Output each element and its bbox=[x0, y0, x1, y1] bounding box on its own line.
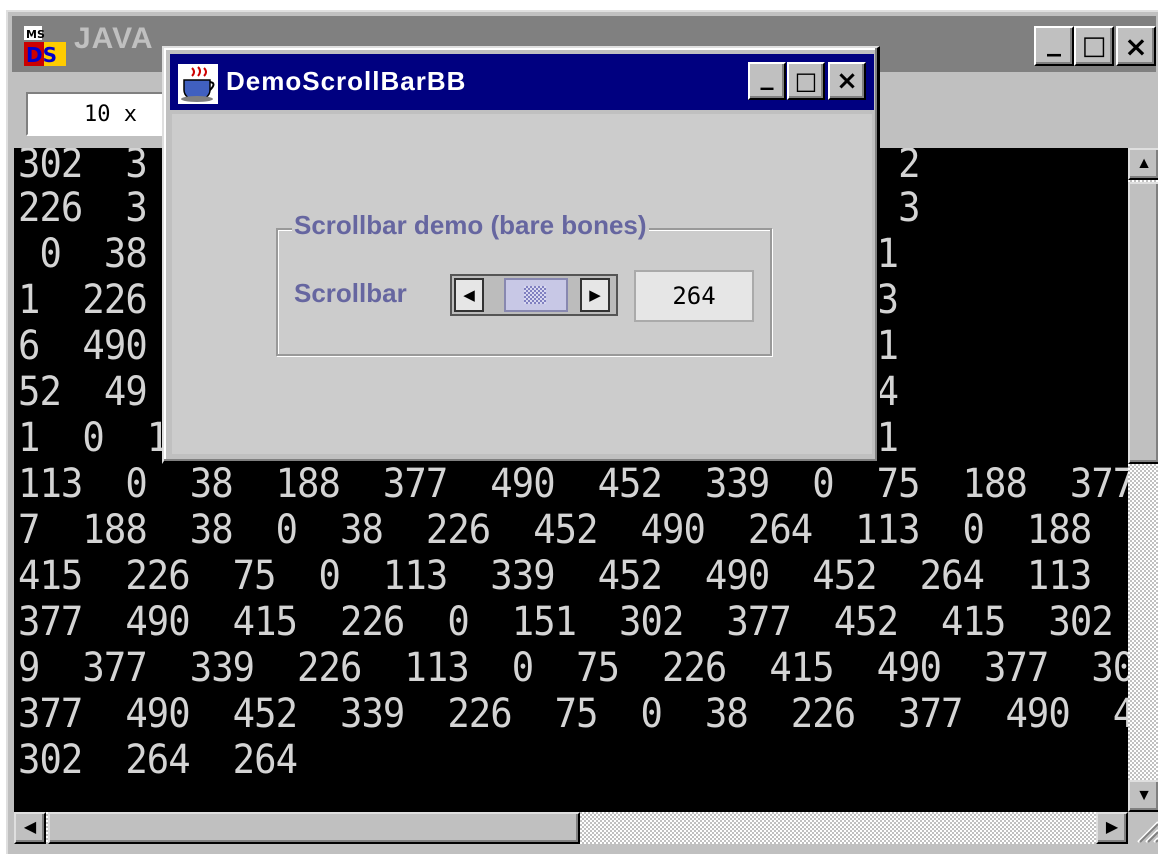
resize-grip[interactable] bbox=[1128, 812, 1158, 844]
resize-grip-icon bbox=[1137, 821, 1158, 843]
minimize-icon: _ bbox=[1047, 23, 1061, 57]
demo-content-pane: Scrollbar demo (bare bones) Scrollbar ◀ … bbox=[172, 114, 872, 454]
demo-scrollbar-window: DemoScrollBarBB _ □ × Scrollbar demo (ba… bbox=[162, 46, 880, 464]
horizontal-scroll-thumb[interactable] bbox=[48, 812, 580, 844]
close-icon: × bbox=[1124, 29, 1148, 63]
demo-scroll-thumb[interactable] bbox=[504, 278, 568, 312]
console-line: 377 490 452 339 226 75 0 38 226 377 490 … bbox=[18, 691, 1128, 737]
demo-scrollbar[interactable]: ◀ ▶ bbox=[450, 274, 618, 316]
arrow-left-icon: ◀ bbox=[463, 286, 475, 304]
demo-window-title: DemoScrollBarBB bbox=[226, 66, 467, 96]
demo-scroll-right-button[interactable]: ▶ bbox=[580, 278, 610, 312]
console-line: 377 490 415 226 0 151 302 377 452 415 30… bbox=[18, 599, 1114, 645]
java-cup-icon bbox=[178, 64, 218, 104]
console-line: 7 188 38 0 38 226 452 490 264 113 0 188 … bbox=[18, 507, 1128, 553]
grip-icon bbox=[524, 286, 546, 304]
minimize-icon: _ bbox=[760, 61, 774, 91]
maximize-icon: □ bbox=[794, 67, 818, 95]
scroll-down-button[interactable]: ▼ bbox=[1128, 780, 1158, 812]
java-maximize-button[interactable]: □ bbox=[1074, 26, 1114, 66]
console-line: 415 226 75 0 113 339 452 490 452 264 113 bbox=[18, 553, 1092, 599]
demo-maximize-button[interactable]: □ bbox=[787, 62, 825, 100]
font-size-select[interactable]: 10 x bbox=[26, 92, 176, 136]
demo-scroll-left-button[interactable]: ◀ bbox=[454, 278, 484, 312]
demo-title-bar[interactable]: DemoScrollBarBB _ □ × bbox=[170, 54, 874, 110]
svg-text:MS: MS bbox=[26, 28, 45, 41]
arrow-right-icon: ▶ bbox=[1105, 819, 1119, 836]
arrow-left-icon: ◀ bbox=[23, 819, 37, 836]
maximize-icon: □ bbox=[1081, 31, 1107, 61]
java-close-button[interactable]: × bbox=[1116, 26, 1156, 66]
close-icon: × bbox=[836, 66, 858, 96]
scrollbar-value-field[interactable]: 264 bbox=[634, 270, 754, 322]
console-vertical-scrollbar[interactable]: ▲ ▼ bbox=[1128, 148, 1158, 812]
console-horizontal-scrollbar[interactable]: ◀ ▶ bbox=[14, 812, 1128, 844]
java-minimize-button[interactable]: _ bbox=[1034, 23, 1074, 66]
arrow-right-icon: ▶ bbox=[589, 286, 601, 304]
console-line: 113 0 38 188 377 490 452 339 0 75 188 37… bbox=[18, 461, 1128, 507]
console-line: 9 377 339 226 113 0 75 226 415 490 377 3… bbox=[18, 645, 1128, 691]
ms-dos-app-icon: MS DS bbox=[24, 26, 66, 67]
scrollbar-groupbox: Scrollbar demo (bare bones) Scrollbar ◀ … bbox=[276, 210, 772, 356]
java-window-title: JAVA bbox=[74, 22, 154, 55]
console-line: 302 264 264 bbox=[18, 737, 298, 783]
arrow-up-icon: ▲ bbox=[1136, 155, 1152, 172]
groupbox-title: Scrollbar demo (bare bones) bbox=[292, 210, 649, 241]
scrollbar-label: Scrollbar bbox=[294, 278, 407, 308]
demo-close-button[interactable]: × bbox=[828, 62, 866, 100]
svg-text:DS: DS bbox=[26, 43, 57, 67]
vertical-scroll-thumb[interactable] bbox=[1128, 182, 1158, 464]
scroll-up-button[interactable]: ▲ bbox=[1128, 148, 1158, 180]
scroll-left-button[interactable]: ◀ bbox=[14, 812, 46, 844]
demo-minimize-button[interactable]: _ bbox=[748, 61, 786, 100]
scroll-right-button[interactable]: ▶ bbox=[1096, 812, 1128, 844]
arrow-down-icon: ▼ bbox=[1136, 787, 1152, 804]
